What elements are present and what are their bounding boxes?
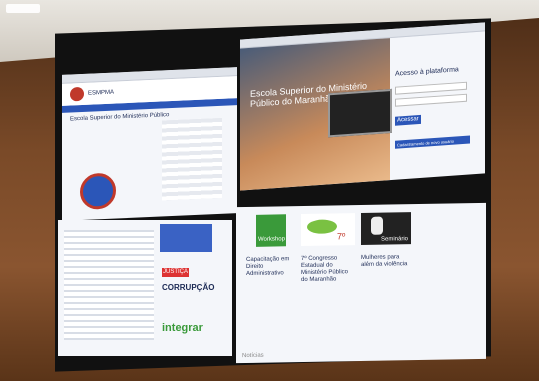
sidebar-list [162,117,222,201]
card-3-text[interactable]: Mulheres para além da violência [361,254,411,269]
site-logo-text: ESMPMA [88,89,115,97]
register-button[interactable]: Cadastramento de novo usuário [395,135,470,149]
password-field[interactable] [395,93,467,107]
hand-icon [371,216,383,235]
article-text [64,230,154,340]
login-button[interactable]: Acessar [395,114,421,126]
banner-integrar[interactable]: integrar [162,323,203,334]
card-2-text[interactable]: 7º Congresso Estadual do Ministério Públ… [301,255,356,284]
banner-justica[interactable]: JUSTIÇA [162,268,190,277]
esmp-logo-icon [70,86,84,102]
workshop-thumb[interactable]: Workshop [256,214,286,247]
seal-icon [80,172,116,211]
banner-corrupcao[interactable]: CORRUPÇÃO [162,284,214,292]
congress-thumb[interactable]: 7º [301,213,355,247]
login-field[interactable] [395,81,467,95]
banner-top[interactable] [160,224,212,252]
seminar-thumb[interactable]: Seminário [361,212,411,245]
screen-bottom-left: JUSTIÇA CORRUPÇÃO integrar [58,220,232,356]
ceiling-light [6,4,40,13]
leaf-icon [307,219,337,234]
news-footer: Notícias [242,352,264,360]
card-1-text[interactable]: Capacitação em Direito Administrativo [246,256,296,278]
screen-top-left: ESMPMA Escola Superior do Ministério Púb… [62,67,237,221]
screen-top-right: Escola Superior do Ministério Público do… [240,22,485,191]
screen-bottom-right: Workshop Capacitação em Direito Administ… [236,202,486,364]
laptop [328,88,392,138]
login-title: Acesso à plataforma [395,66,459,78]
